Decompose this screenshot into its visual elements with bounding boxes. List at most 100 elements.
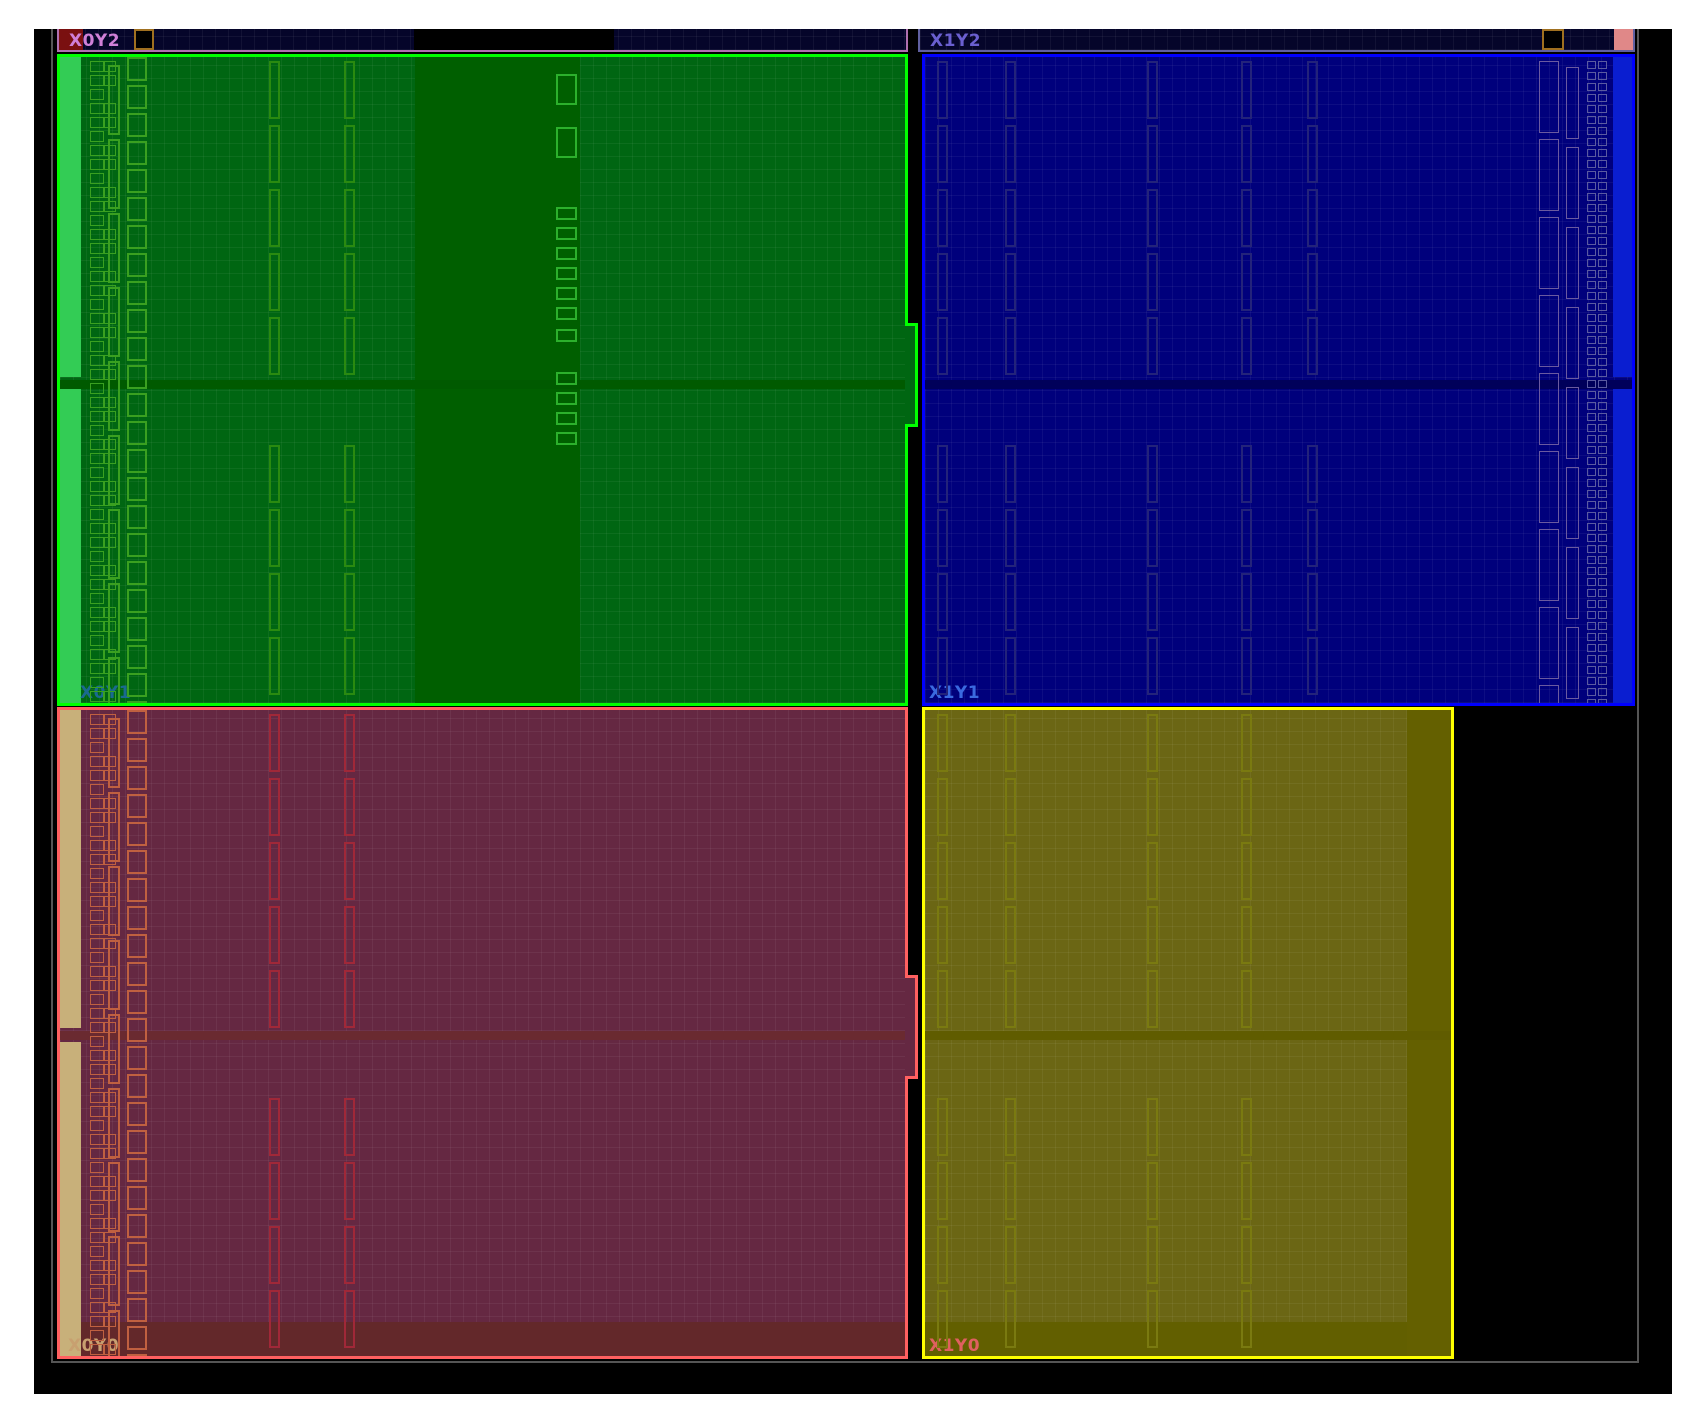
io-site xyxy=(90,1288,104,1299)
io-site xyxy=(90,103,104,114)
clock-site xyxy=(127,169,147,193)
io-site xyxy=(1587,589,1596,597)
io-site xyxy=(1587,380,1596,388)
region-label-x0y2: X0Y2 xyxy=(69,31,121,51)
clock-site xyxy=(127,85,147,109)
resource-column-tile xyxy=(1241,714,1252,772)
clock-site xyxy=(127,673,147,697)
io-bank-column xyxy=(108,213,120,283)
io-site xyxy=(1587,127,1596,135)
io-site xyxy=(1598,534,1607,542)
clock-region-x0y1[interactable]: X0Y1 xyxy=(57,54,908,706)
io-site xyxy=(90,621,104,632)
clock-site xyxy=(127,197,147,221)
io-site xyxy=(1587,303,1596,311)
io-bank-column xyxy=(108,1088,120,1158)
resource-column-tile xyxy=(269,778,280,836)
io-site xyxy=(1598,325,1607,333)
resource-column-tile xyxy=(937,125,948,183)
clock-site xyxy=(127,141,147,165)
resource-column-tile xyxy=(1147,1098,1158,1156)
io-site xyxy=(90,173,104,184)
resource-column-tile xyxy=(344,61,355,119)
io-bank-column xyxy=(108,509,120,579)
io-site xyxy=(1598,424,1607,432)
resource-column-tile xyxy=(1147,125,1158,183)
resource-column-tile xyxy=(937,714,948,772)
bram-block xyxy=(556,287,577,300)
io-site xyxy=(1598,589,1607,597)
clock-site xyxy=(127,990,147,1014)
io-bank-column xyxy=(1566,227,1579,299)
io-site xyxy=(90,1050,104,1061)
resource-column-tile xyxy=(344,573,355,631)
resource-column-tile xyxy=(1147,317,1158,375)
io-site xyxy=(1598,270,1607,278)
io-site xyxy=(1587,325,1596,333)
io-bank-column xyxy=(1539,451,1559,523)
resource-column-tile xyxy=(1147,842,1158,900)
io-site xyxy=(1598,226,1607,234)
io-site xyxy=(1598,72,1607,80)
io-site xyxy=(1598,149,1607,157)
io-site xyxy=(1598,369,1607,377)
io-site xyxy=(1598,490,1607,498)
resource-column-tile xyxy=(937,509,948,567)
io-site xyxy=(1587,83,1596,91)
clock-site xyxy=(127,1326,147,1350)
resource-column-tile xyxy=(269,1162,280,1220)
io-site xyxy=(1587,567,1596,575)
resource-column-tile xyxy=(269,637,280,695)
io-site xyxy=(90,551,104,562)
io-site xyxy=(90,607,104,618)
clock-region-x0y0[interactable]: X0Y0 xyxy=(57,707,908,1359)
io-site xyxy=(1587,435,1596,443)
clock-region-x1y2[interactable]: X1Y2 xyxy=(918,29,1635,52)
io-site xyxy=(90,201,104,212)
io-site xyxy=(1587,622,1596,630)
clock-site xyxy=(127,934,147,958)
resource-column-tile xyxy=(1005,509,1016,567)
io-site xyxy=(90,663,104,674)
clock-region-x0y2[interactable]: X0Y2 xyxy=(57,29,908,52)
io-site xyxy=(1587,314,1596,322)
clock-region-x1y0[interactable]: X1Y0 xyxy=(922,707,1454,1359)
io-site xyxy=(1587,391,1596,399)
io-site xyxy=(90,565,104,576)
resource-column-tile xyxy=(1241,1162,1252,1220)
resource-column-tile xyxy=(1241,317,1252,375)
resource-column-tile xyxy=(1147,637,1158,695)
resource-column-tile xyxy=(1147,1162,1158,1220)
io-site xyxy=(90,467,104,478)
resource-column-tile xyxy=(937,1098,948,1156)
resource-column-tile xyxy=(1241,1098,1252,1156)
io-bank-strip xyxy=(1613,389,1632,703)
io-site xyxy=(1598,501,1607,509)
resource-column-tile xyxy=(269,970,280,1028)
io-site xyxy=(1598,523,1607,531)
resource-column-tile xyxy=(1147,1226,1158,1284)
io-site xyxy=(1598,116,1607,124)
io-bank-column xyxy=(108,139,120,209)
io-site xyxy=(1598,292,1607,300)
io-site xyxy=(1587,490,1596,498)
io-site xyxy=(1587,204,1596,212)
io-site xyxy=(1587,105,1596,113)
bram-block xyxy=(556,74,577,105)
io-site xyxy=(1587,281,1596,289)
clock-region-x1y1[interactable]: X1Y1 xyxy=(922,54,1635,706)
io-bank-strip xyxy=(60,389,81,703)
x1y2-pink-block xyxy=(1614,29,1633,50)
io-site xyxy=(90,159,104,170)
bram-block xyxy=(556,127,577,158)
io-site xyxy=(90,383,104,394)
io-bank-column xyxy=(108,287,120,357)
io-site xyxy=(90,770,104,781)
io-bank-column xyxy=(1539,685,1559,703)
io-site xyxy=(90,728,104,739)
io-site xyxy=(1587,237,1596,245)
io-site xyxy=(1598,61,1607,69)
io-site xyxy=(1587,215,1596,223)
resource-column-tile xyxy=(1005,842,1016,900)
resource-column-tile xyxy=(937,1226,948,1284)
